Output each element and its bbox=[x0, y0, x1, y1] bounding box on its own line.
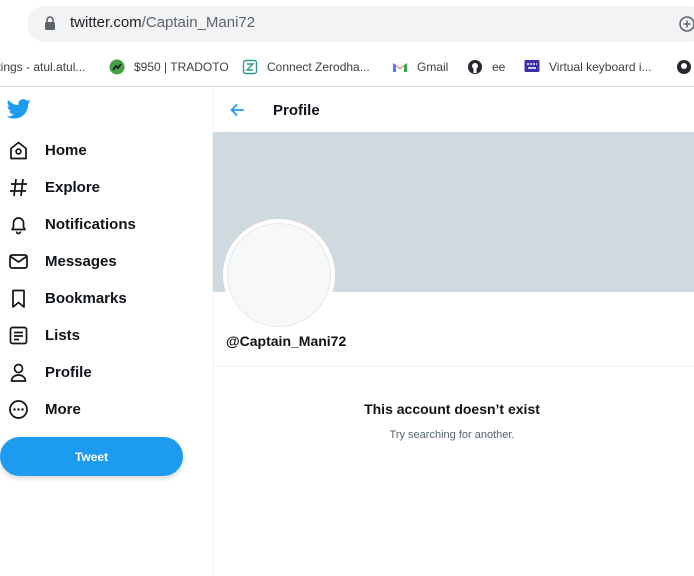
bookmark-label: Connect Zerodha... bbox=[267, 60, 370, 74]
bookmark-virtual-keyboard[interactable]: Virtual keyboard i... bbox=[524, 58, 652, 76]
nav-item-label: Profile bbox=[45, 364, 92, 381]
avatar bbox=[223, 219, 335, 331]
bookmark-icon bbox=[12, 289, 25, 308]
tradoto-icon bbox=[109, 59, 125, 75]
nav-item-label: Messages bbox=[45, 253, 117, 270]
bookmarks-bar: ttings - atul.atul... $950 | TRADOTO Con… bbox=[0, 47, 694, 87]
hashtag-icon bbox=[10, 178, 27, 197]
back-arrow-icon[interactable] bbox=[229, 102, 245, 118]
tweet-button[interactable]: Tweet bbox=[0, 437, 183, 476]
nav-item-label: Explore bbox=[45, 179, 101, 196]
bookmark-zerodha[interactable]: Connect Zerodha... bbox=[242, 58, 370, 76]
list-icon bbox=[9, 326, 28, 345]
nav-item-label: Lists bbox=[45, 327, 81, 344]
nav-item-label: More bbox=[45, 401, 81, 418]
bookmark-tradoto[interactable]: $950 | TRADOTO bbox=[109, 58, 229, 76]
bookmark-overflow[interactable] bbox=[676, 58, 694, 76]
nav-item-label: Bookmarks bbox=[45, 290, 127, 307]
url-host: twitter.com bbox=[70, 14, 142, 31]
bookmark-label: ee bbox=[492, 60, 506, 74]
bookmark-label: Virtual keyboard i... bbox=[549, 60, 652, 74]
person-icon bbox=[10, 363, 27, 382]
bookmark-settings[interactable]: ttings - atul.atul... bbox=[0, 58, 85, 76]
url-path: /Captain_Mani72 bbox=[141, 14, 256, 31]
profile-handle: @Captain_Mani72 bbox=[226, 333, 347, 349]
lock-icon[interactable] bbox=[44, 16, 56, 30]
divider bbox=[213, 366, 694, 367]
bookmark-gmail[interactable]: Gmail bbox=[392, 58, 448, 76]
twitter-logo-icon[interactable] bbox=[7, 98, 31, 120]
github-icon bbox=[677, 60, 691, 74]
home-icon bbox=[10, 141, 27, 160]
profile-header: Profile bbox=[213, 88, 694, 132]
bookmark-label: ttings - atul.atul... bbox=[0, 60, 86, 74]
browser-toolbar: twitter.com/Captain_Mani72 bbox=[0, 0, 694, 47]
account-missing-title: This account doesn’t exist bbox=[364, 401, 540, 417]
zerodha-connect-icon bbox=[242, 59, 258, 75]
virtual-keyboard-icon bbox=[524, 60, 540, 72]
bookmark-label: Gmail bbox=[417, 60, 449, 74]
github-icon bbox=[468, 60, 482, 74]
bell-icon bbox=[11, 217, 26, 235]
nav-item-label: Home bbox=[45, 142, 87, 159]
page-title: Profile bbox=[273, 102, 320, 119]
account-missing-subtitle: Try searching for another. bbox=[389, 429, 515, 441]
profile-column: Profile @Captain_Mani72 This account doe… bbox=[212, 88, 694, 576]
url-text[interactable]: twitter.com/Captain_Mani72 bbox=[70, 14, 255, 31]
envelope-icon bbox=[9, 254, 28, 269]
zoom-in-icon[interactable] bbox=[678, 15, 694, 33]
gmail-icon bbox=[393, 63, 407, 72]
more-circle-icon bbox=[9, 400, 28, 419]
bookmark-github[interactable]: ee bbox=[467, 58, 505, 76]
sidebar-nav: Home Explore Notifications Messages Book… bbox=[0, 88, 212, 576]
bookmark-label: $950 | TRADOTO bbox=[134, 60, 229, 74]
nav-item-label: Notifications bbox=[45, 216, 136, 233]
